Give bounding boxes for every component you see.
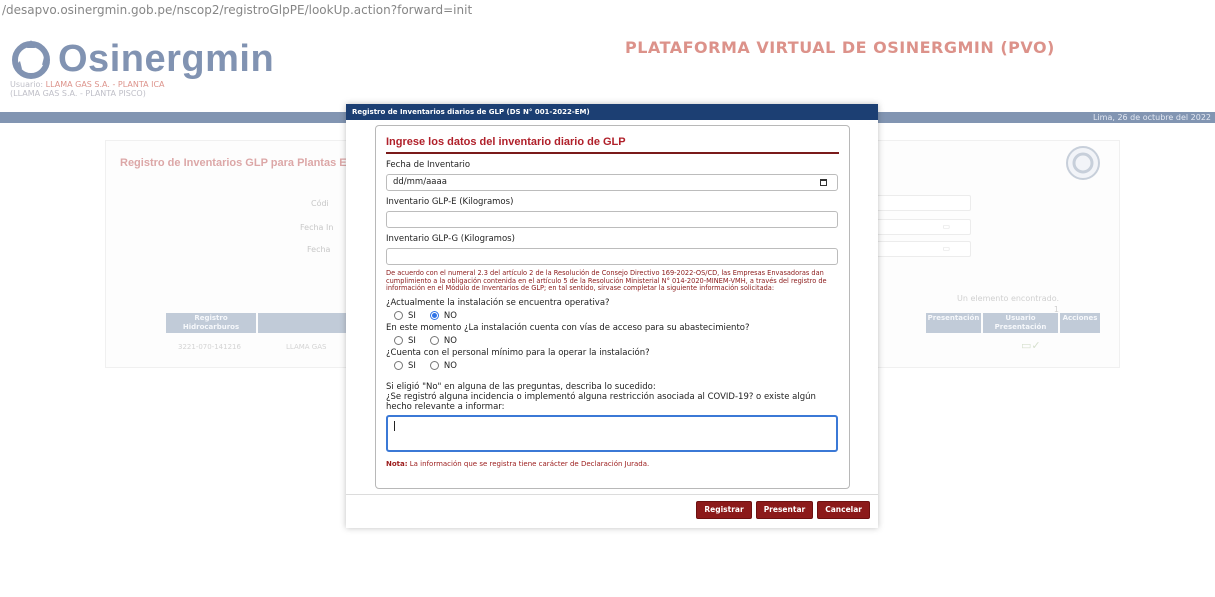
- nota-label: Nota:: [386, 459, 408, 468]
- glp-e-input[interactable]: [386, 211, 838, 228]
- radio-operativa-no[interactable]: [429, 311, 439, 321]
- cancelar-button[interactable]: Cancelar: [817, 501, 870, 519]
- question-vias-acceso: En este momento ¿La instalación cuenta c…: [386, 322, 750, 333]
- glp-g-input[interactable]: [386, 248, 838, 265]
- inventory-modal: Registro de Inventarios diarios de GLP (…: [346, 104, 878, 528]
- radio-personal-si[interactable]: [394, 361, 403, 371]
- radio-label-si: SI: [408, 335, 416, 346]
- question-personal: ¿Cuenta con el personal mínimo para la o…: [386, 347, 650, 358]
- radio-vias-si[interactable]: [394, 336, 403, 346]
- fecha-inventario-input[interactable]: dd/mm/aaaa: [386, 174, 838, 191]
- radio-label-no: NO: [443, 310, 457, 321]
- question-operativa: ¿Actualmente la instalación se encuentra…: [386, 297, 610, 308]
- modal-buttons: Registrar Presentar Cancelar: [696, 501, 870, 519]
- modal-footer-divider: [346, 494, 878, 495]
- incident-line-2: ¿Se registró alguna incidencia o impleme…: [386, 391, 816, 412]
- radio-personal-no[interactable]: [429, 361, 439, 371]
- radio-group-personal: SI NO: [386, 360, 839, 372]
- incident-textarea[interactable]: [386, 414, 838, 452]
- inventory-form: Ingrese los datos del inventario diario …: [375, 125, 850, 489]
- fecha-inventario-label: Fecha de Inventario: [386, 160, 471, 170]
- radio-label-no: NO: [443, 335, 457, 346]
- radio-group-vias-acceso: SI NO: [386, 335, 839, 347]
- nota: Nota: La información que se registra tie…: [386, 460, 839, 468]
- legal-notice: De acuerdo con el numeral 2.3 del artícu…: [386, 269, 827, 293]
- radio-label-si: SI: [408, 360, 416, 371]
- radio-operativa-si[interactable]: [394, 311, 403, 321]
- nota-text: La información que se registra tiene car…: [407, 459, 650, 468]
- calendar-icon[interactable]: [820, 179, 827, 186]
- text-caret: [394, 420, 395, 431]
- form-heading: Ingrese los datos del inventario diario …: [386, 136, 839, 154]
- glp-g-label: Inventario GLP-G (Kilogramos): [386, 234, 515, 244]
- radio-vias-no[interactable]: [429, 336, 439, 346]
- fecha-placeholder: dd/mm/aaaa: [393, 177, 447, 187]
- incident-prompt: Si eligió "No" en alguna de las pregunta…: [386, 382, 839, 412]
- radio-group-operativa: SI NO: [386, 310, 839, 322]
- incident-line-1: Si eligió "No" en alguna de las pregunta…: [386, 381, 656, 392]
- modal-title: Registro de Inventarios diarios de GLP (…: [346, 104, 878, 120]
- registrar-button[interactable]: Registrar: [696, 501, 752, 519]
- presentar-button[interactable]: Presentar: [755, 501, 814, 519]
- glp-e-label: Inventario GLP-E (Kilogramos): [386, 197, 514, 207]
- radio-label-si: SI: [408, 310, 416, 321]
- radio-label-no: NO: [443, 360, 457, 371]
